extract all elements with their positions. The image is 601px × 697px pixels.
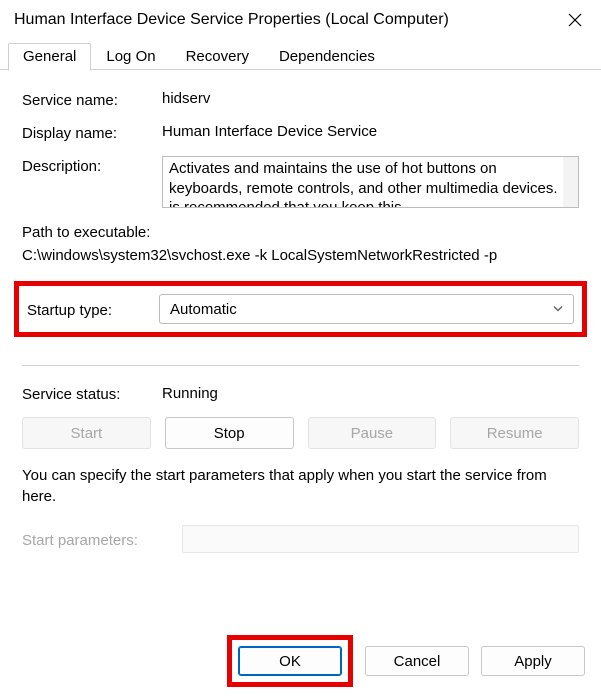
tab-log-on[interactable]: Log On: [91, 43, 170, 70]
dialog-footer: OK Cancel Apply: [0, 635, 601, 687]
service-properties-dialog: Human Interface Device Service Propertie…: [0, 0, 601, 697]
description-scrollbar[interactable]: [563, 157, 578, 207]
label-description: Description:: [22, 156, 162, 175]
highlight-startup-type: Startup type: Automatic: [14, 281, 587, 337]
separator: [22, 365, 579, 366]
start-button: Start: [22, 417, 151, 449]
label-startup-type: Startup type:: [27, 300, 159, 319]
title-bar: Human Interface Device Service Propertie…: [0, 0, 601, 40]
startup-type-value: Automatic: [170, 301, 237, 318]
label-path: Path to executable:: [22, 222, 579, 245]
ok-button[interactable]: OK: [238, 646, 342, 676]
start-parameters-input: [182, 525, 579, 553]
value-description: Activates and maintains the use of hot b…: [169, 160, 570, 208]
value-service-status: Running: [162, 385, 218, 402]
label-service-status: Service status:: [22, 384, 162, 403]
label-display-name: Display name:: [22, 123, 162, 142]
service-control-buttons: Start Stop Pause Resume: [22, 417, 579, 449]
start-parameters-hint: You can specify the start parameters tha…: [22, 465, 579, 507]
tab-general[interactable]: General: [8, 43, 91, 71]
cancel-button[interactable]: Cancel: [365, 646, 469, 676]
description-textbox[interactable]: Activates and maintains the use of hot b…: [162, 156, 579, 208]
tab-strip: General Log On Recovery Dependencies: [0, 40, 601, 70]
resume-button: Resume: [450, 417, 579, 449]
close-icon: [568, 13, 582, 27]
label-service-name: Service name:: [22, 90, 162, 109]
startup-type-combobox[interactable]: Automatic: [159, 294, 574, 324]
value-path: C:\windows\system32\svchost.exe -k Local…: [22, 245, 579, 268]
highlight-ok-button: OK: [227, 635, 353, 687]
window-title: Human Interface Device Service Propertie…: [14, 11, 555, 29]
chevron-down-icon: [553, 301, 563, 318]
label-start-parameters: Start parameters:: [22, 530, 182, 549]
stop-button[interactable]: Stop: [165, 417, 294, 449]
tab-content-general: Service name: hidserv Display name: Huma…: [0, 70, 601, 553]
apply-button[interactable]: Apply: [481, 646, 585, 676]
value-display-name: Human Interface Device Service: [162, 123, 579, 140]
pause-button: Pause: [308, 417, 437, 449]
tab-recovery[interactable]: Recovery: [171, 43, 264, 70]
tab-dependencies[interactable]: Dependencies: [264, 43, 390, 70]
value-service-name: hidserv: [162, 90, 579, 107]
close-button[interactable]: [555, 0, 595, 40]
